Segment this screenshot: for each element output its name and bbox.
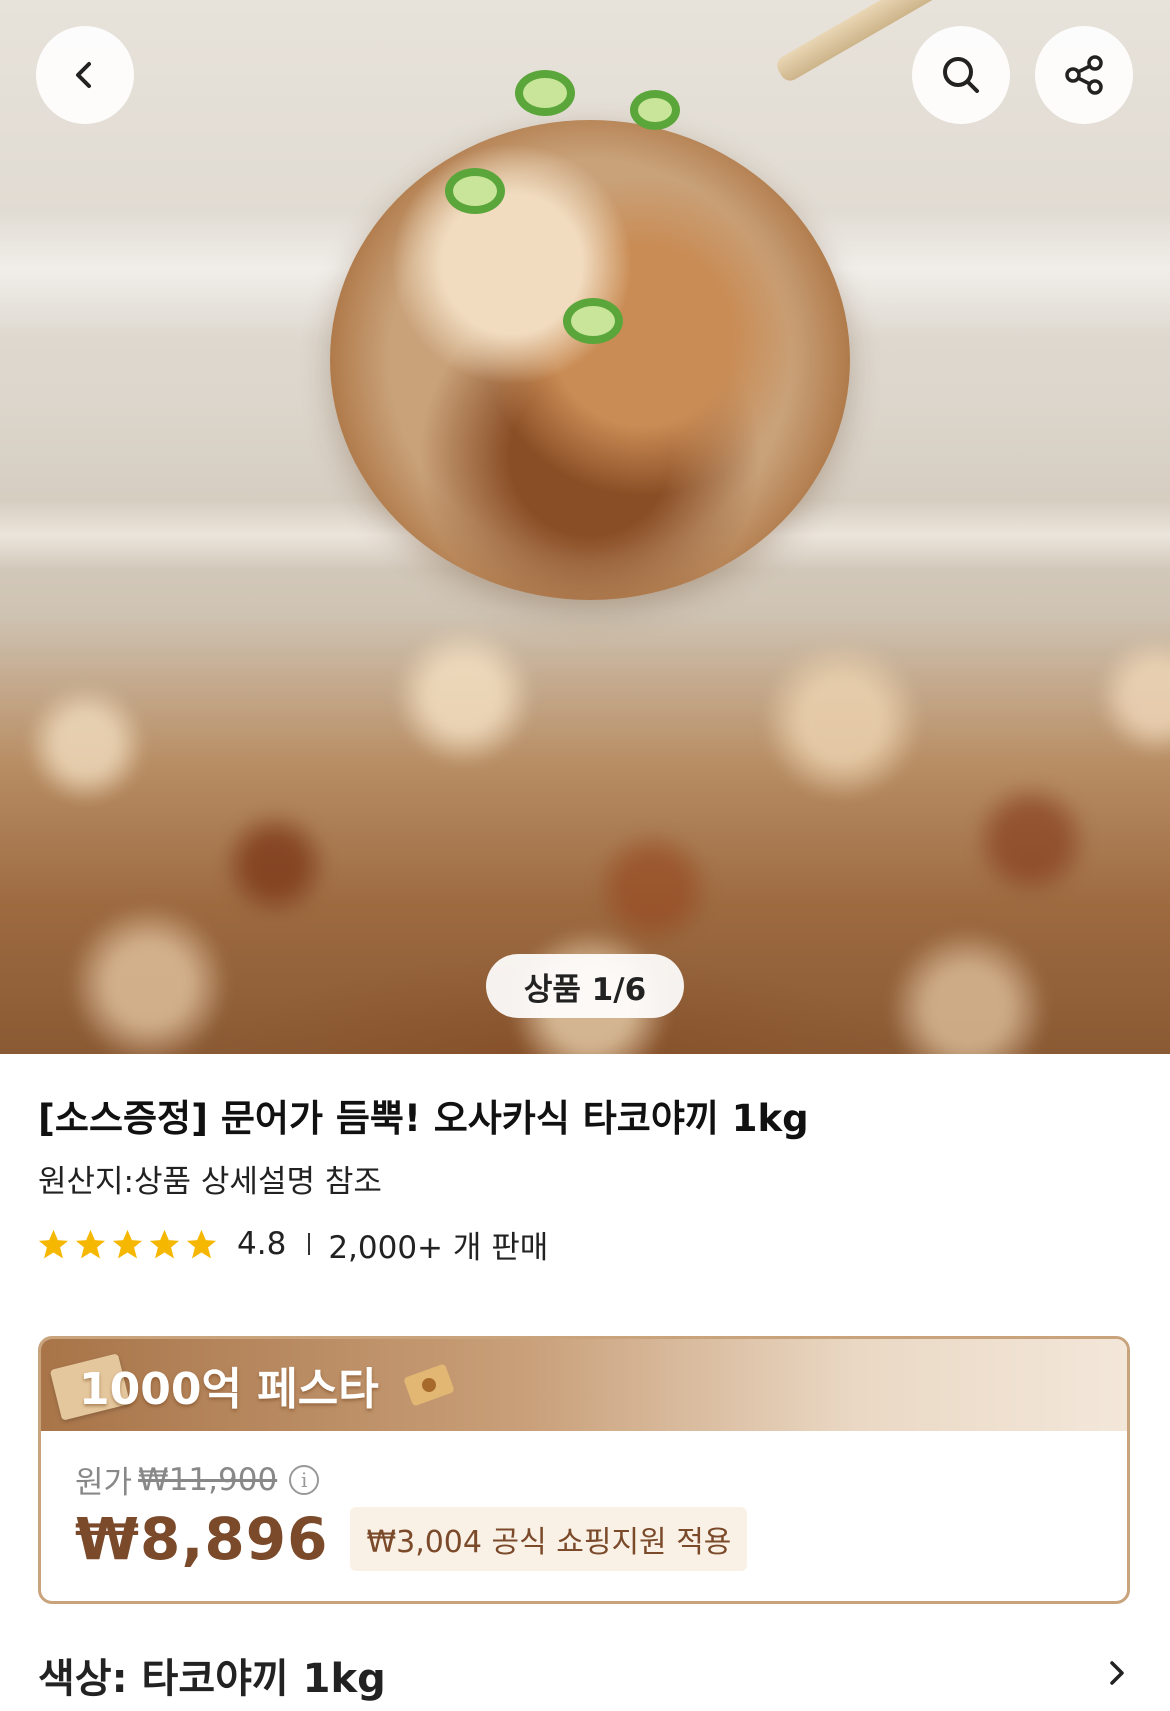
divider bbox=[308, 1233, 311, 1255]
share-icon bbox=[1065, 55, 1103, 95]
option-label: 색상: 타코야끼 1kg bbox=[38, 1656, 386, 1702]
scallion-garnish bbox=[563, 298, 623, 344]
coin-icon bbox=[402, 1363, 455, 1407]
original-price-label: 원가 bbox=[75, 1465, 133, 1501]
star-icon bbox=[186, 1229, 217, 1258]
chevron-right-icon bbox=[1102, 1658, 1132, 1692]
option-selector[interactable]: 색상: 타코야끼 1kg bbox=[38, 1640, 1132, 1710]
star-icon bbox=[149, 1229, 180, 1258]
price-row: ₩8,896 ₩3,004 공식 쇼핑지원 적용 bbox=[75, 1505, 748, 1573]
chevron-left-icon bbox=[76, 62, 91, 88]
scallion-garnish bbox=[630, 90, 680, 130]
product-title: [소스증정] 문어가 듬뿍! 오사카식 타코야끼 1kg bbox=[38, 1097, 809, 1140]
info-icon[interactable]: i bbox=[289, 1464, 320, 1495]
promo-title: 1000억 페스타 bbox=[79, 1364, 379, 1415]
rating-stars bbox=[36, 1227, 219, 1262]
original-price-row: 원가 ₩11,900 i bbox=[75, 1457, 320, 1502]
search-icon bbox=[943, 57, 979, 93]
star-icon bbox=[75, 1229, 106, 1258]
support-badge: ₩3,004 공식 쇼핑지원 적용 bbox=[350, 1507, 748, 1571]
star-icon bbox=[38, 1229, 69, 1258]
rating-value: 4.8 bbox=[237, 1226, 287, 1262]
scallion-garnish bbox=[515, 70, 575, 116]
promo-banner: 1000억 페스타 bbox=[41, 1339, 1127, 1431]
back-button[interactable] bbox=[36, 26, 134, 124]
sale-price: ₩8,896 bbox=[75, 1505, 329, 1573]
product-origin: 원산지:상품 상세설명 참조 bbox=[38, 1164, 382, 1200]
original-price: ₩11,900 bbox=[138, 1461, 278, 1498]
rating-row[interactable]: 4.8 2,000+ 개 판매 bbox=[36, 1222, 548, 1266]
product-image[interactable] bbox=[0, 0, 1170, 1054]
sold-count: 2,000+ 개 판매 bbox=[328, 1229, 549, 1266]
scallion-garnish bbox=[445, 168, 505, 214]
image-counter: 상품 1/6 bbox=[486, 954, 684, 1018]
takoyaki-ball bbox=[330, 120, 850, 600]
star-icon bbox=[112, 1229, 143, 1258]
promo-box: 1000억 페스타 원가 ₩11,900 i ₩8,896 ₩3,004 공식 … bbox=[38, 1336, 1130, 1604]
share-button[interactable] bbox=[1035, 26, 1133, 124]
search-button[interactable] bbox=[912, 26, 1010, 124]
